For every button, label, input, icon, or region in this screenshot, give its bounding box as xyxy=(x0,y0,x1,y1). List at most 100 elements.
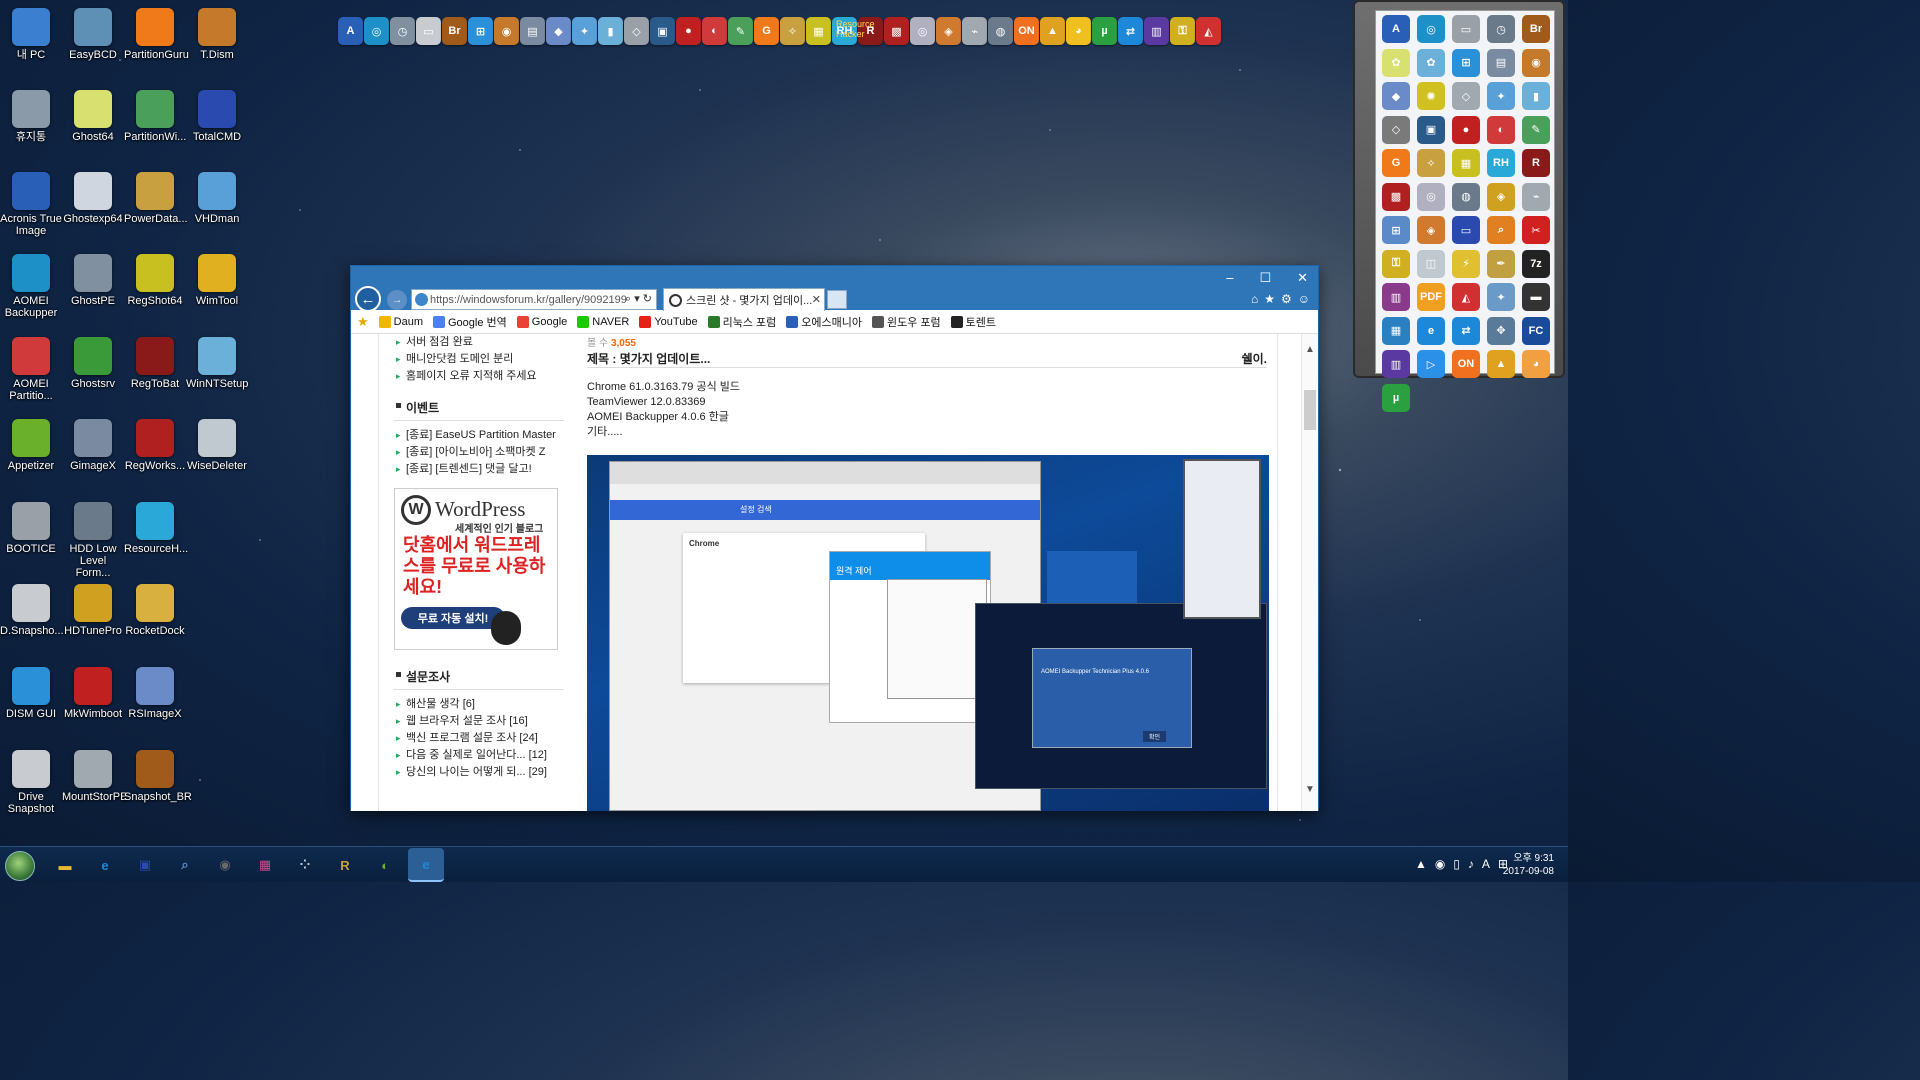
floppy-icon[interactable]: ▣ xyxy=(132,852,158,878)
back-button[interactable]: ← xyxy=(355,286,381,312)
desktop-icon[interactable]: Drive Snapshot xyxy=(0,746,62,815)
dock-app-icon[interactable]: ⌁ xyxy=(1522,182,1550,211)
quick-launch-icon[interactable]: ◭ xyxy=(1196,17,1221,45)
desktop-icon[interactable]: RegToBat xyxy=(124,333,186,390)
dock-app-icon[interactable]: ◫ xyxy=(1417,249,1445,278)
quick-launch-icon[interactable]: ▮ xyxy=(598,17,623,45)
dock-app-icon[interactable]: ▭ xyxy=(1452,216,1480,244)
desktop-icon[interactable]: PowerData... xyxy=(124,168,188,225)
dock-app-icon[interactable]: ON xyxy=(1452,350,1480,378)
desktop-icon[interactable]: 내 PC xyxy=(0,4,62,61)
home-icon[interactable]: ⌂ xyxy=(1251,292,1258,306)
dock-app-icon[interactable]: ◇ xyxy=(1452,82,1480,110)
desktop-icon[interactable]: Acronis True Image xyxy=(0,168,62,237)
dock-app-icon[interactable]: PDF xyxy=(1417,283,1445,311)
dock-app-icon[interactable]: ⇄ xyxy=(1452,316,1480,345)
wordpress-ad-banner[interactable]: W WordPress 세계적인 인기 블로그 닷홈에서 워드프레스를 무료로 … xyxy=(394,488,558,650)
dock-app-icon[interactable]: ◎ xyxy=(1417,15,1445,43)
dock-app-icon[interactable]: ◇ xyxy=(1382,115,1410,144)
quick-launch-icon[interactable]: ◎ xyxy=(364,17,389,45)
dock-app-icon[interactable]: ▬ xyxy=(1522,283,1550,311)
dock-app-icon[interactable]: ◭ xyxy=(1452,283,1480,311)
quick-launch-icon[interactable]: ⇄ xyxy=(1118,17,1143,45)
desktop-icon[interactable]: RSImageX xyxy=(124,663,186,720)
notice-item[interactable]: 홈페이지 오류 지적해 주세요 xyxy=(394,368,564,385)
dock-app-icon[interactable]: µ xyxy=(1382,383,1410,412)
dock-app-icon[interactable]: ▣ xyxy=(1417,115,1445,144)
desktop-icon[interactable]: Snapshot_BR xyxy=(124,746,192,803)
tab-close-icon[interactable]: ✕ xyxy=(812,293,821,306)
desktop-icon[interactable]: GimageX xyxy=(62,415,124,472)
scroll-thumb[interactable] xyxy=(1304,390,1316,430)
quick-launch-icon[interactable]: Br xyxy=(442,17,467,45)
dock-app-icon[interactable]: ▷ xyxy=(1417,350,1445,378)
favorites-star-icon[interactable]: ★ xyxy=(357,314,369,330)
appetizer-icon[interactable]: ◐ xyxy=(372,852,398,878)
dock-app-icon[interactable]: ◐ xyxy=(1487,115,1515,144)
palette-icon[interactable]: ▦ xyxy=(252,852,278,878)
dock-app-icon[interactable]: ◕ xyxy=(1522,350,1550,378)
desktop-icon[interactable]: T.Dism xyxy=(186,4,248,61)
quick-launch-icon[interactable]: ⌁ xyxy=(962,17,987,45)
desktop-icon[interactable]: Ghostsrv xyxy=(62,333,124,390)
new-tab-button[interactable] xyxy=(827,290,847,309)
dock-app-icon[interactable]: ✺ xyxy=(1417,82,1445,110)
desktop-icon[interactable]: TotalCMD xyxy=(186,86,248,143)
desktop-icon[interactable]: PartitionWi... xyxy=(124,86,186,143)
dock-app-icon[interactable]: ◷ xyxy=(1487,15,1515,43)
favorite-link[interactable]: 토렌트 xyxy=(950,314,996,330)
quick-launch-icon[interactable]: ▲ xyxy=(1040,17,1065,45)
dock-app-icon[interactable]: ⚿ xyxy=(1382,249,1410,278)
dock-app-icon[interactable]: ▤ xyxy=(1487,48,1515,77)
desktop-icon[interactable]: WinNTSetup xyxy=(186,333,248,390)
dock-app-icon[interactable]: ✦ xyxy=(1487,82,1515,110)
dock-app-icon[interactable]: ◈ xyxy=(1487,182,1515,211)
dock-app-icon[interactable]: ◈ xyxy=(1417,216,1445,244)
quick-launch-icon[interactable]: ▦ xyxy=(806,17,831,45)
desktop-icon[interactable]: WimTool xyxy=(186,250,248,307)
tray-icon[interactable]: A xyxy=(1482,857,1490,871)
dock-app-icon[interactable]: FC xyxy=(1522,316,1550,345)
desktop-icon[interactable]: RocketDock xyxy=(124,580,186,637)
desktop-icon[interactable]: MountStorPE xyxy=(62,746,127,803)
desktop-icon[interactable]: GhostPE xyxy=(62,250,124,307)
tray-icon[interactable]: ▯ xyxy=(1453,857,1460,871)
dock-app-icon[interactable]: ✎ xyxy=(1522,115,1550,144)
rocketdock-icon[interactable]: R xyxy=(332,852,358,878)
dock-app-icon[interactable]: ✒ xyxy=(1487,249,1515,278)
favorite-link[interactable]: 리눅스 포럼 xyxy=(707,314,776,330)
dock-app-icon[interactable]: ▥ xyxy=(1382,350,1410,378)
event-item[interactable]: [종료] EaseUS Partition Master xyxy=(394,427,564,444)
favorite-link[interactable]: Daum xyxy=(378,315,423,328)
desktop-icon[interactable]: Ghostexp64 xyxy=(62,168,124,225)
maximize-button[interactable]: ☐ xyxy=(1259,270,1271,286)
dock-app-icon[interactable]: ✂ xyxy=(1522,216,1550,244)
desktop-icon[interactable]: EasyBCD xyxy=(62,4,124,61)
desktop-icon[interactable]: BOOTICE xyxy=(0,498,62,555)
tray-icon[interactable]: ♪ xyxy=(1468,857,1474,871)
dock-app-icon[interactable]: ◍ xyxy=(1452,182,1480,211)
dock-app-icon[interactable]: ▲ xyxy=(1487,350,1515,378)
gear-icon[interactable]: ⚙ xyxy=(1281,292,1292,306)
quick-launch-icon[interactable]: ▣ xyxy=(650,17,675,45)
quick-launch-icon[interactable]: ◈ xyxy=(936,17,961,45)
quick-launch-icon[interactable]: ▥ xyxy=(1144,17,1169,45)
quick-launch-icon[interactable]: G xyxy=(754,17,779,45)
dock-app-icon[interactable]: ✦ xyxy=(1487,283,1515,311)
quick-launch-icon[interactable]: µ xyxy=(1092,17,1117,45)
desktop-icon[interactable]: PartitionGuru xyxy=(124,4,189,61)
quick-launch-icon[interactable]: ⊞ xyxy=(468,17,493,45)
taskbar-clock[interactable]: 오후 9:31 2017-09-08 xyxy=(1503,852,1554,878)
dock-app-icon[interactable]: ▥ xyxy=(1382,283,1410,311)
quick-launch-icon[interactable]: ◐ xyxy=(702,17,727,45)
dock-app-icon[interactable]: e xyxy=(1417,316,1445,345)
quick-launch-icon[interactable]: ✎ xyxy=(728,17,753,45)
desktop-icon[interactable]: VHDman xyxy=(186,168,248,225)
vertical-scrollbar[interactable]: ▲ ▼ xyxy=(1301,334,1318,811)
forward-button[interactable]: → xyxy=(387,290,407,310)
dock-app-icon[interactable]: R xyxy=(1522,149,1550,177)
dock-app-icon[interactable]: ● xyxy=(1452,115,1480,144)
dock-app-icon[interactable]: ◎ xyxy=(1417,182,1445,211)
dock-app-icon[interactable]: ✿ xyxy=(1382,48,1410,77)
quick-launch-icon[interactable]: ◆ xyxy=(546,17,571,45)
